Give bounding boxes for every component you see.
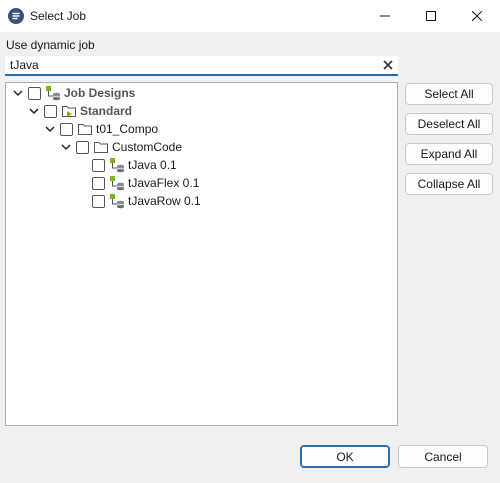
ok-button[interactable]: OK [300, 445, 390, 468]
tree-node-label: Standard [80, 104, 133, 118]
job-tree[interactable]: Job Designs Standard t01_Compo CustomCod… [5, 82, 398, 426]
window-title: Select Job [30, 9, 87, 23]
chevron-down-icon[interactable] [44, 123, 56, 135]
talend-app-icon [8, 8, 24, 24]
tree-node-label: tJava 0.1 [128, 158, 177, 172]
minimize-icon [380, 15, 390, 17]
collapse-all-button[interactable]: Collapse All [405, 173, 493, 195]
tree-node-customcode[interactable]: CustomCode [60, 138, 182, 156]
dialog-body: Use dynamic job Job Des [0, 32, 500, 483]
tree-node-standard[interactable]: Standard [28, 102, 132, 120]
deselect-all-button[interactable]: Deselect All [405, 113, 493, 135]
tree-node-label: tJavaFlex 0.1 [128, 176, 200, 190]
filter-input[interactable] [5, 56, 375, 74]
minimize-button[interactable] [362, 0, 408, 32]
checkbox[interactable] [28, 86, 41, 100]
job-icon [109, 157, 125, 173]
checkbox[interactable] [60, 122, 73, 136]
tree-node-label: tJavaRow 0.1 [128, 194, 201, 208]
checkbox[interactable] [92, 176, 105, 190]
close-button[interactable] [454, 0, 500, 32]
chevron-down-icon[interactable] [28, 105, 40, 117]
checkbox[interactable] [92, 158, 105, 172]
tree-node-job-designs[interactable]: Job Designs [12, 84, 135, 102]
expand-all-button[interactable]: Expand All [405, 143, 493, 165]
title-bar: Select Job [0, 0, 500, 32]
tree-node-t01-compo[interactable]: t01_Compo [44, 120, 158, 138]
tree-node-tjava[interactable]: tJava 0.1 [92, 156, 177, 174]
maximize-button[interactable] [408, 0, 454, 32]
maximize-icon [426, 11, 436, 21]
cancel-button[interactable]: Cancel [398, 445, 488, 468]
checkbox[interactable] [44, 104, 57, 118]
select-all-button[interactable]: Select All [405, 83, 493, 105]
filter-field[interactable] [5, 56, 398, 76]
tree-node-label: CustomCode [112, 140, 183, 154]
checkbox[interactable] [92, 194, 105, 208]
checkbox[interactable] [76, 140, 89, 154]
close-icon [472, 11, 482, 21]
folder-icon [77, 121, 93, 137]
tree-node-label: t01_Compo [96, 122, 159, 136]
tree-node-tjavaflex[interactable]: tJavaFlex 0.1 [92, 174, 199, 192]
chevron-down-icon[interactable] [60, 141, 72, 153]
tree-node-tjavarow[interactable]: tJavaRow 0.1 [92, 192, 201, 210]
dynamic-job-label: Use dynamic job [6, 38, 95, 52]
job-icon [109, 175, 125, 191]
folder-icon [93, 139, 109, 155]
standard-folder-icon [61, 103, 77, 119]
job-designs-icon [45, 85, 61, 101]
clear-icon[interactable] [382, 59, 394, 71]
chevron-down-icon[interactable] [12, 87, 24, 99]
tree-node-label: Job Designs [64, 86, 136, 100]
job-icon [109, 193, 125, 209]
